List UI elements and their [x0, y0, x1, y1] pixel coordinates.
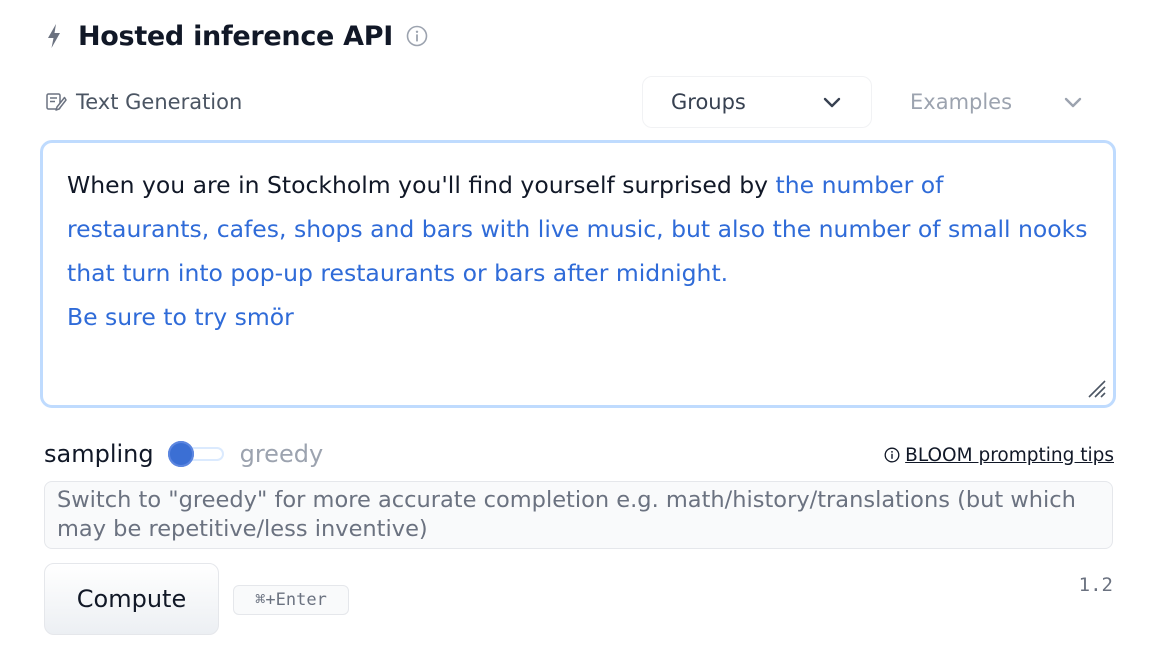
compute-label: Compute — [76, 585, 187, 613]
bolt-icon — [42, 20, 66, 52]
page-title: Hosted inference API — [78, 20, 393, 52]
sampling-label[interactable]: sampling — [44, 440, 154, 468]
chevron-down-icon — [1062, 91, 1084, 113]
compute-button[interactable]: Compute — [44, 563, 219, 635]
toggle-knob — [167, 441, 194, 467]
prompt-textarea[interactable]: When you are in Stockholm you'll find yo… — [40, 140, 1116, 408]
examples-dropdown[interactable]: Examples — [884, 76, 1100, 128]
prompting-tips-label[interactable]: BLOOM prompting tips — [905, 445, 1114, 466]
prompt-text: When you are in Stockholm you'll find yo… — [67, 171, 776, 199]
greedy-label[interactable]: greedy — [240, 440, 324, 468]
decoding-mode: sampling greedy — [44, 434, 323, 474]
decoding-toggle[interactable] — [167, 441, 226, 467]
groups-label: Groups — [671, 90, 746, 114]
version-label: 1.2 — [1078, 574, 1113, 596]
examples-label: Examples — [910, 90, 1013, 114]
widget-header: Hosted inference API — [42, 16, 429, 56]
prompt-content: When you are in Stockholm you'll find yo… — [67, 163, 1089, 339]
resize-handle-icon[interactable] — [1083, 375, 1107, 399]
decoding-hint: Switch to "greedy" for more accurate com… — [44, 481, 1113, 549]
shortcut-text: ⌘+Enter — [255, 590, 327, 610]
task-type: Text Generation — [44, 84, 242, 120]
chevron-down-icon — [821, 91, 843, 113]
info-icon — [883, 446, 901, 464]
hint-text: Switch to "greedy" for more accurate com… — [57, 487, 1076, 542]
groups-dropdown[interactable]: Groups — [642, 76, 872, 128]
task-label: Text Generation — [76, 90, 243, 114]
info-icon[interactable] — [405, 24, 429, 48]
text-edit-icon — [44, 90, 68, 114]
keyboard-shortcut-badge: ⌘+Enter — [233, 585, 349, 615]
prompting-tips-link[interactable]: BLOOM prompting tips — [883, 442, 1114, 468]
